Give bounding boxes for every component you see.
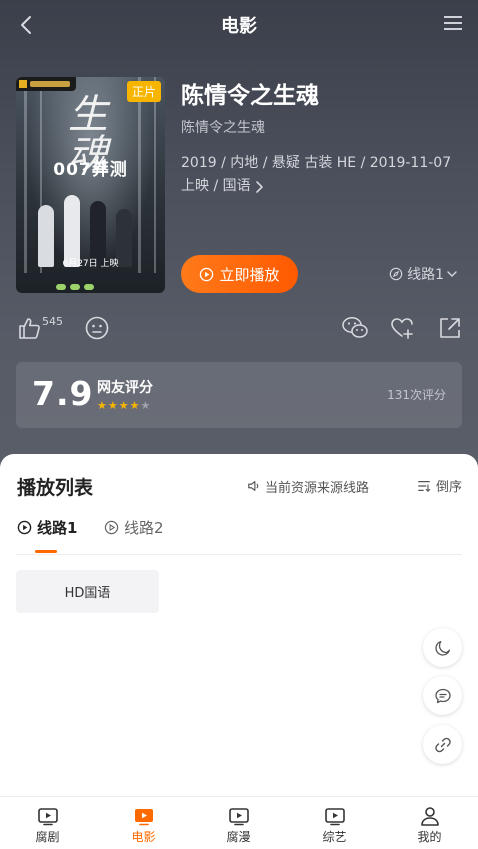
rating-score: 7.9 — [32, 374, 94, 413]
menu-icon-line — [444, 27, 462, 30]
playlist-panel: 播放列表 当前资源来源线路 倒序 线路1 线路2 HD国语 — [0, 454, 478, 796]
star-empty: ★ — [140, 399, 152, 412]
poster-sponsor-logos — [56, 275, 126, 290]
play-now-label: 立即播放 — [219, 265, 280, 284]
full-movie-badge: 正片 — [126, 81, 161, 102]
episode-chip[interactable]: HD国语 — [16, 570, 159, 613]
link-icon — [434, 737, 451, 752]
bottom-tab-bar: 腐剧 电影 腐漫 综艺 我的 — [0, 796, 478, 849]
rating-card[interactable]: 7.9 网友评分 ★★★★★ 131次评分 — [16, 362, 462, 428]
movie-title: 陈情令之生魂 — [181, 83, 319, 109]
wechat-icon — [342, 317, 368, 338]
menu-icon-line — [444, 16, 462, 18]
tab-mine[interactable]: 我的 — [382, 797, 477, 849]
user-icon — [420, 807, 439, 826]
dark-mode-button[interactable] — [423, 628, 462, 667]
route-tab-label: 线路2 — [124, 519, 164, 537]
rating-label: 网友评分 — [97, 380, 153, 396]
sort-icon — [418, 480, 431, 492]
like-button[interactable] — [16, 315, 42, 341]
tab-label: 我的 — [417, 830, 442, 844]
movie-meta-line: 2019 / 内地 / 悬疑 古装 HE / 2019-11-07 — [181, 155, 452, 171]
menu-icon-line — [444, 21, 462, 24]
active-tab-indicator — [35, 550, 57, 553]
movie-subtitle: 陈情令之生魂 — [181, 120, 265, 136]
route-tab-label: 线路1 — [37, 519, 78, 537]
movie-poster[interactable]: 正片 生魂 007莽测 6月27日 上映 — [16, 77, 165, 293]
source-hint-text: 当前资源来源线路 — [265, 480, 370, 496]
share-button[interactable] — [437, 315, 463, 341]
tv-play-icon — [324, 808, 345, 826]
poster-release-date: 6月27日 上映 — [62, 259, 119, 269]
thumbs-up-icon — [19, 318, 40, 339]
menu-button[interactable] — [444, 16, 462, 32]
tab-variety[interactable]: 综艺 — [287, 797, 382, 849]
playlist-title: 播放列表 — [17, 477, 94, 499]
speaker-icon — [248, 481, 259, 491]
tab-route-2[interactable]: 线路2 — [104, 517, 164, 538]
compass-icon — [389, 267, 403, 281]
dislike-button[interactable] — [84, 315, 110, 341]
like-count: 545 — [42, 315, 63, 328]
play-circle-icon — [104, 520, 119, 535]
chevron-down-icon — [447, 271, 457, 277]
tv-play-icon — [37, 808, 58, 826]
divider — [16, 554, 462, 555]
tab-label: 电影 — [131, 830, 156, 844]
route-select-label: 线路1 — [407, 267, 444, 283]
copy-link-button[interactable] — [423, 725, 462, 764]
top-bar: 电影 — [0, 0, 478, 50]
poster-calligraphy: 生魂 — [68, 92, 108, 178]
sort-order-button[interactable]: 倒序 — [417, 476, 462, 495]
neutral-face-icon — [85, 316, 109, 340]
tab-fuman[interactable]: 腐漫 — [191, 797, 286, 849]
heart-plus-icon — [391, 318, 413, 339]
rating-stars: ★★★★★ — [97, 399, 151, 412]
movie-meta-more[interactable]: 上映 / 国语 — [181, 175, 466, 198]
moon-icon — [434, 640, 450, 656]
tab-label: 腐漫 — [226, 830, 251, 844]
play-circle-icon — [200, 267, 214, 281]
play-circle-icon — [17, 520, 32, 535]
favorite-button[interactable] — [389, 315, 415, 341]
sort-order-label: 倒序 — [435, 480, 462, 495]
chat-bubble-icon — [434, 688, 451, 703]
tv-play-icon — [228, 808, 249, 826]
poster-tagline: 007莽测 — [53, 160, 128, 180]
tab-route-1[interactable]: 线路1 — [17, 517, 77, 538]
movie-play-icon — [134, 809, 153, 826]
wechat-share-button[interactable] — [341, 315, 369, 341]
page-title: 电影 — [221, 16, 257, 37]
action-row: 545 — [0, 312, 478, 346]
movie-hero: 电影 正片 生魂 007莽测 6月27日 上映 陈情令之生魂 陈情令之生魂 20… — [0, 0, 478, 480]
tab-movie[interactable]: 电影 — [96, 797, 191, 849]
movie-meta-line: 上映 / 国语 — [181, 178, 251, 194]
rating-count: 131次评分 — [387, 388, 446, 402]
source-hint[interactable]: 当前资源来源线路 — [247, 476, 387, 496]
chevron-right-icon — [255, 180, 263, 193]
poster-logo — [16, 77, 76, 91]
route-select[interactable]: 线路1 — [389, 264, 462, 284]
tab-label: 综艺 — [322, 830, 347, 844]
movie-meta: 2019 / 内地 / 悬疑 古装 HE / 2019-11-07 上映 / 国… — [181, 152, 466, 198]
share-external-icon — [440, 318, 460, 338]
comment-button[interactable] — [423, 676, 462, 715]
tab-label: 腐剧 — [35, 830, 60, 844]
tab-fuju[interactable]: 腐剧 — [0, 797, 95, 849]
star-filled: ★★★★ — [97, 399, 141, 412]
play-now-button[interactable]: 立即播放 — [181, 255, 298, 293]
